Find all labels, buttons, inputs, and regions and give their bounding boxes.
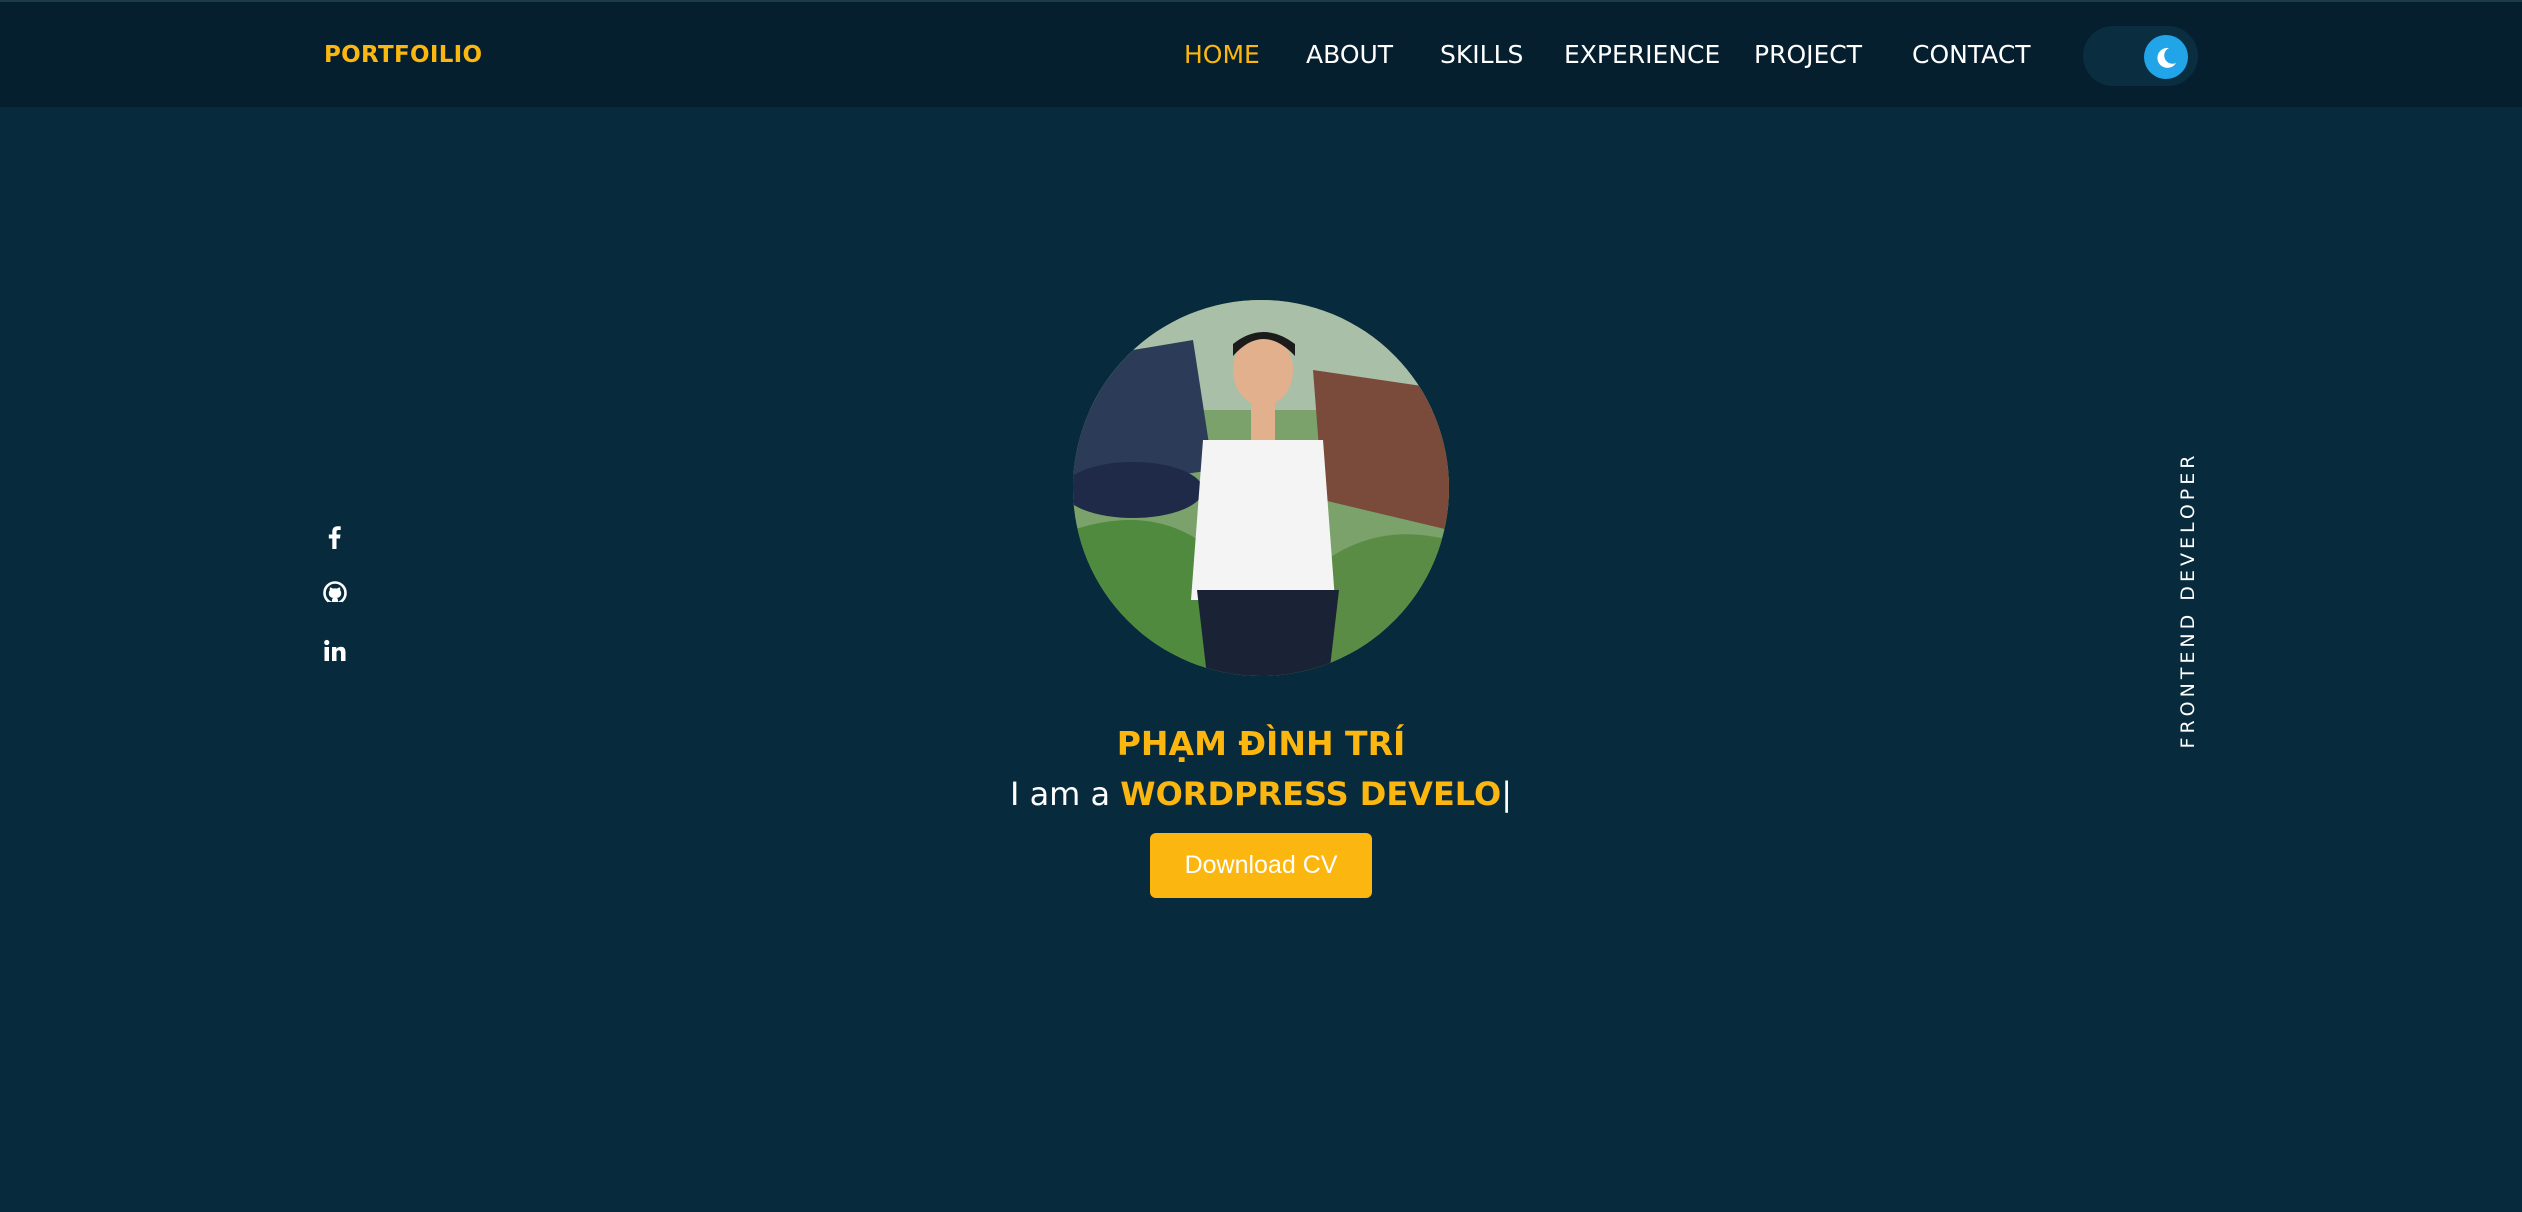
hero-intro: I am a — [1009, 775, 1121, 813]
profile-illustration — [1073, 300, 1449, 676]
hero-role-typing: WORDPRESS DEVELO — [1120, 775, 1502, 813]
theme-toggle[interactable] — [2083, 26, 2198, 86]
nav-project[interactable]: PROJECT — [1754, 40, 1862, 69]
moon-icon — [2157, 47, 2176, 68]
hero-tagline: I am a WORDPRESS DEVELO| — [0, 775, 2522, 813]
github-icon[interactable] — [322, 581, 348, 607]
hero-name: PHẠM ĐÌNH TRÍ — [1116, 724, 1406, 763]
profile-photo — [1073, 300, 1449, 676]
site-header: PORTFOILIO HOME ABOUT SKILLS EXPERIENCE … — [0, 0, 2522, 107]
social-links — [322, 524, 352, 695]
linkedin-icon[interactable] — [322, 638, 348, 664]
download-cv-button[interactable]: Download CV — [1150, 833, 1372, 898]
nav-experience[interactable]: EXPERIENCE — [1564, 40, 1720, 69]
toggle-knob — [2144, 35, 2188, 79]
nav-about[interactable]: ABOUT — [1306, 40, 1393, 69]
facebook-icon[interactable] — [322, 524, 348, 550]
portfolio-page: PORTFOILIO HOME ABOUT SKILLS EXPERIENCE … — [0, 0, 2522, 1212]
typing-caret: | — [1501, 775, 1513, 813]
site-logo[interactable]: PORTFOILIO — [324, 42, 482, 68]
nav-home[interactable]: HOME — [1184, 40, 1260, 69]
nav-contact[interactable]: CONTACT — [1912, 40, 2031, 69]
frontend-developer-label: FRONTEND DEVELOPER — [2177, 451, 2199, 749]
nav-skills[interactable]: SKILLS — [1440, 40, 1523, 69]
